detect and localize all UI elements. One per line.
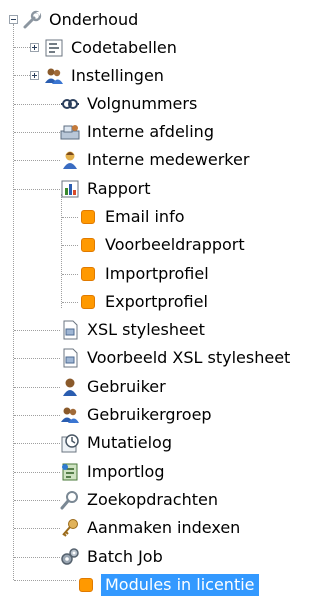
report-icon bbox=[60, 179, 80, 199]
xsl-document-icon bbox=[60, 348, 80, 368]
tree-item-codetabellen[interactable]: Codetabellen bbox=[44, 34, 179, 62]
tree-item-label: Importprofiel bbox=[105, 264, 209, 283]
xsl-document-icon bbox=[60, 320, 80, 340]
tree-item-label: Interne medewerker bbox=[87, 150, 250, 169]
tree-item-interne-afdeling[interactable]: Interne afdeling bbox=[60, 118, 216, 146]
orange-square-icon bbox=[78, 207, 98, 227]
tree-item-xsl-stylesheet[interactable]: XSL stylesheet bbox=[60, 316, 207, 344]
tree-guide-horizontal bbox=[14, 47, 30, 48]
tree-item-label: Gebruikergroep bbox=[87, 405, 212, 424]
tree-item-label: Codetabellen bbox=[71, 38, 177, 57]
tree-item-label: Instellingen bbox=[71, 66, 164, 85]
tree-item-importlog[interactable]: Importlog bbox=[60, 458, 167, 486]
tree-item-label: Rapport bbox=[87, 179, 151, 198]
tree-guide-vertical bbox=[13, 24, 14, 580]
tree-item-instellingen[interactable]: Instellingen bbox=[44, 62, 166, 90]
tree-guide-horizontal bbox=[14, 387, 60, 388]
orange-square-icon bbox=[78, 264, 98, 284]
tree-item-label: Batch Job bbox=[87, 547, 163, 566]
tree-guide-horizontal bbox=[62, 245, 78, 246]
tree-view: Onderhoud Codetabellen Instellingen Volg… bbox=[0, 0, 324, 601]
tree-guide-horizontal bbox=[14, 75, 30, 76]
tree-guide-horizontal bbox=[14, 358, 60, 359]
tree-item-rapport[interactable]: Rapport bbox=[60, 175, 153, 203]
tree-guide-horizontal bbox=[14, 557, 60, 558]
tree-item-voorbeeldrapport[interactable]: Voorbeeldrapport bbox=[78, 231, 247, 259]
tree-item-label: XSL stylesheet bbox=[87, 320, 205, 339]
tree-item-label: Voorbeeldrapport bbox=[105, 235, 245, 254]
tree-item-email-info[interactable]: Email info bbox=[78, 203, 186, 231]
tree-item-onderhoud[interactable]: Onderhoud bbox=[22, 6, 140, 34]
gears-icon bbox=[60, 547, 80, 567]
orange-square-icon bbox=[78, 235, 98, 255]
tree-guide-horizontal bbox=[14, 580, 76, 581]
tree-item-label: Aanmaken indexen bbox=[87, 518, 241, 537]
import-log-icon bbox=[60, 462, 80, 482]
tree-guide-horizontal bbox=[14, 132, 60, 133]
orange-square-icon bbox=[78, 292, 98, 312]
tree-item-exportprofiel[interactable]: Exportprofiel bbox=[78, 288, 210, 316]
tree-guide-vertical bbox=[61, 194, 62, 308]
employee-icon bbox=[60, 150, 80, 170]
search-icon bbox=[60, 490, 80, 510]
tree-item-label: Importlog bbox=[87, 462, 165, 481]
tree-item-zoekopdrachten[interactable]: Zoekopdrachten bbox=[60, 486, 220, 514]
tree-guide-horizontal bbox=[14, 189, 60, 190]
tree-item-interne-medewerker[interactable]: Interne medewerker bbox=[60, 146, 251, 174]
tree-item-label: Email info bbox=[105, 207, 185, 226]
tree-item-aanmaken-indexen[interactable]: Aanmaken indexen bbox=[60, 514, 242, 542]
tree-item-gebruikergroep[interactable]: Gebruikergroep bbox=[60, 401, 214, 429]
codetable-icon bbox=[44, 38, 64, 58]
clock-log-icon bbox=[60, 433, 80, 453]
tree-guide-horizontal bbox=[14, 472, 60, 473]
users-icon bbox=[60, 405, 80, 425]
collapse-onderhoud-toggle[interactable] bbox=[9, 15, 18, 24]
tree-item-label: Interne afdeling bbox=[87, 122, 214, 141]
tree-item-label: Voorbeeld XSL stylesheet bbox=[87, 348, 291, 367]
tree-guide-horizontal bbox=[14, 443, 60, 444]
expand-instellingen-toggle[interactable] bbox=[30, 71, 39, 80]
tree-guide-horizontal bbox=[14, 500, 60, 501]
tree-item-label: Gebruiker bbox=[87, 377, 166, 396]
tree-guide-horizontal bbox=[14, 528, 60, 529]
tree-guide-horizontal bbox=[62, 302, 78, 303]
tree-item-label: Onderhoud bbox=[49, 10, 139, 29]
numbers-icon bbox=[60, 94, 80, 114]
orange-square-icon bbox=[76, 575, 96, 595]
tree-guide-horizontal bbox=[62, 274, 78, 275]
wrench-icon bbox=[22, 10, 42, 30]
tree-item-mutatielog[interactable]: Mutatielog bbox=[60, 429, 174, 457]
user-icon bbox=[60, 377, 80, 397]
users-icon bbox=[44, 66, 64, 86]
tree-guide-horizontal bbox=[14, 160, 60, 161]
tree-item-gebruiker[interactable]: Gebruiker bbox=[60, 373, 168, 401]
tree-item-batch-job[interactable]: Batch Job bbox=[60, 543, 165, 571]
tree-item-label: Volgnummers bbox=[87, 94, 198, 113]
expand-codetabellen-toggle[interactable] bbox=[30, 43, 39, 52]
tree-item-label: Exportprofiel bbox=[105, 292, 208, 311]
tree-guide-horizontal bbox=[62, 217, 78, 218]
tree-item-voorbeeld-xsl-stylesheet[interactable]: Voorbeeld XSL stylesheet bbox=[60, 344, 292, 372]
tree-item-importprofiel[interactable]: Importprofiel bbox=[78, 260, 211, 288]
department-icon bbox=[60, 122, 80, 142]
tree-guide-horizontal bbox=[14, 330, 60, 331]
tree-item-label: Mutatielog bbox=[87, 433, 172, 452]
tree-item-label: Zoekopdrachten bbox=[87, 490, 218, 509]
tree-item-label: Modules in licentie bbox=[101, 574, 259, 596]
tree-guide-horizontal bbox=[14, 104, 60, 105]
tree-item-volgnummers[interactable]: Volgnummers bbox=[60, 90, 199, 118]
key-icon bbox=[60, 518, 80, 538]
tree-item-modules-in-licentie[interactable]: Modules in licentie bbox=[76, 571, 259, 599]
tree-guide-horizontal bbox=[14, 415, 60, 416]
